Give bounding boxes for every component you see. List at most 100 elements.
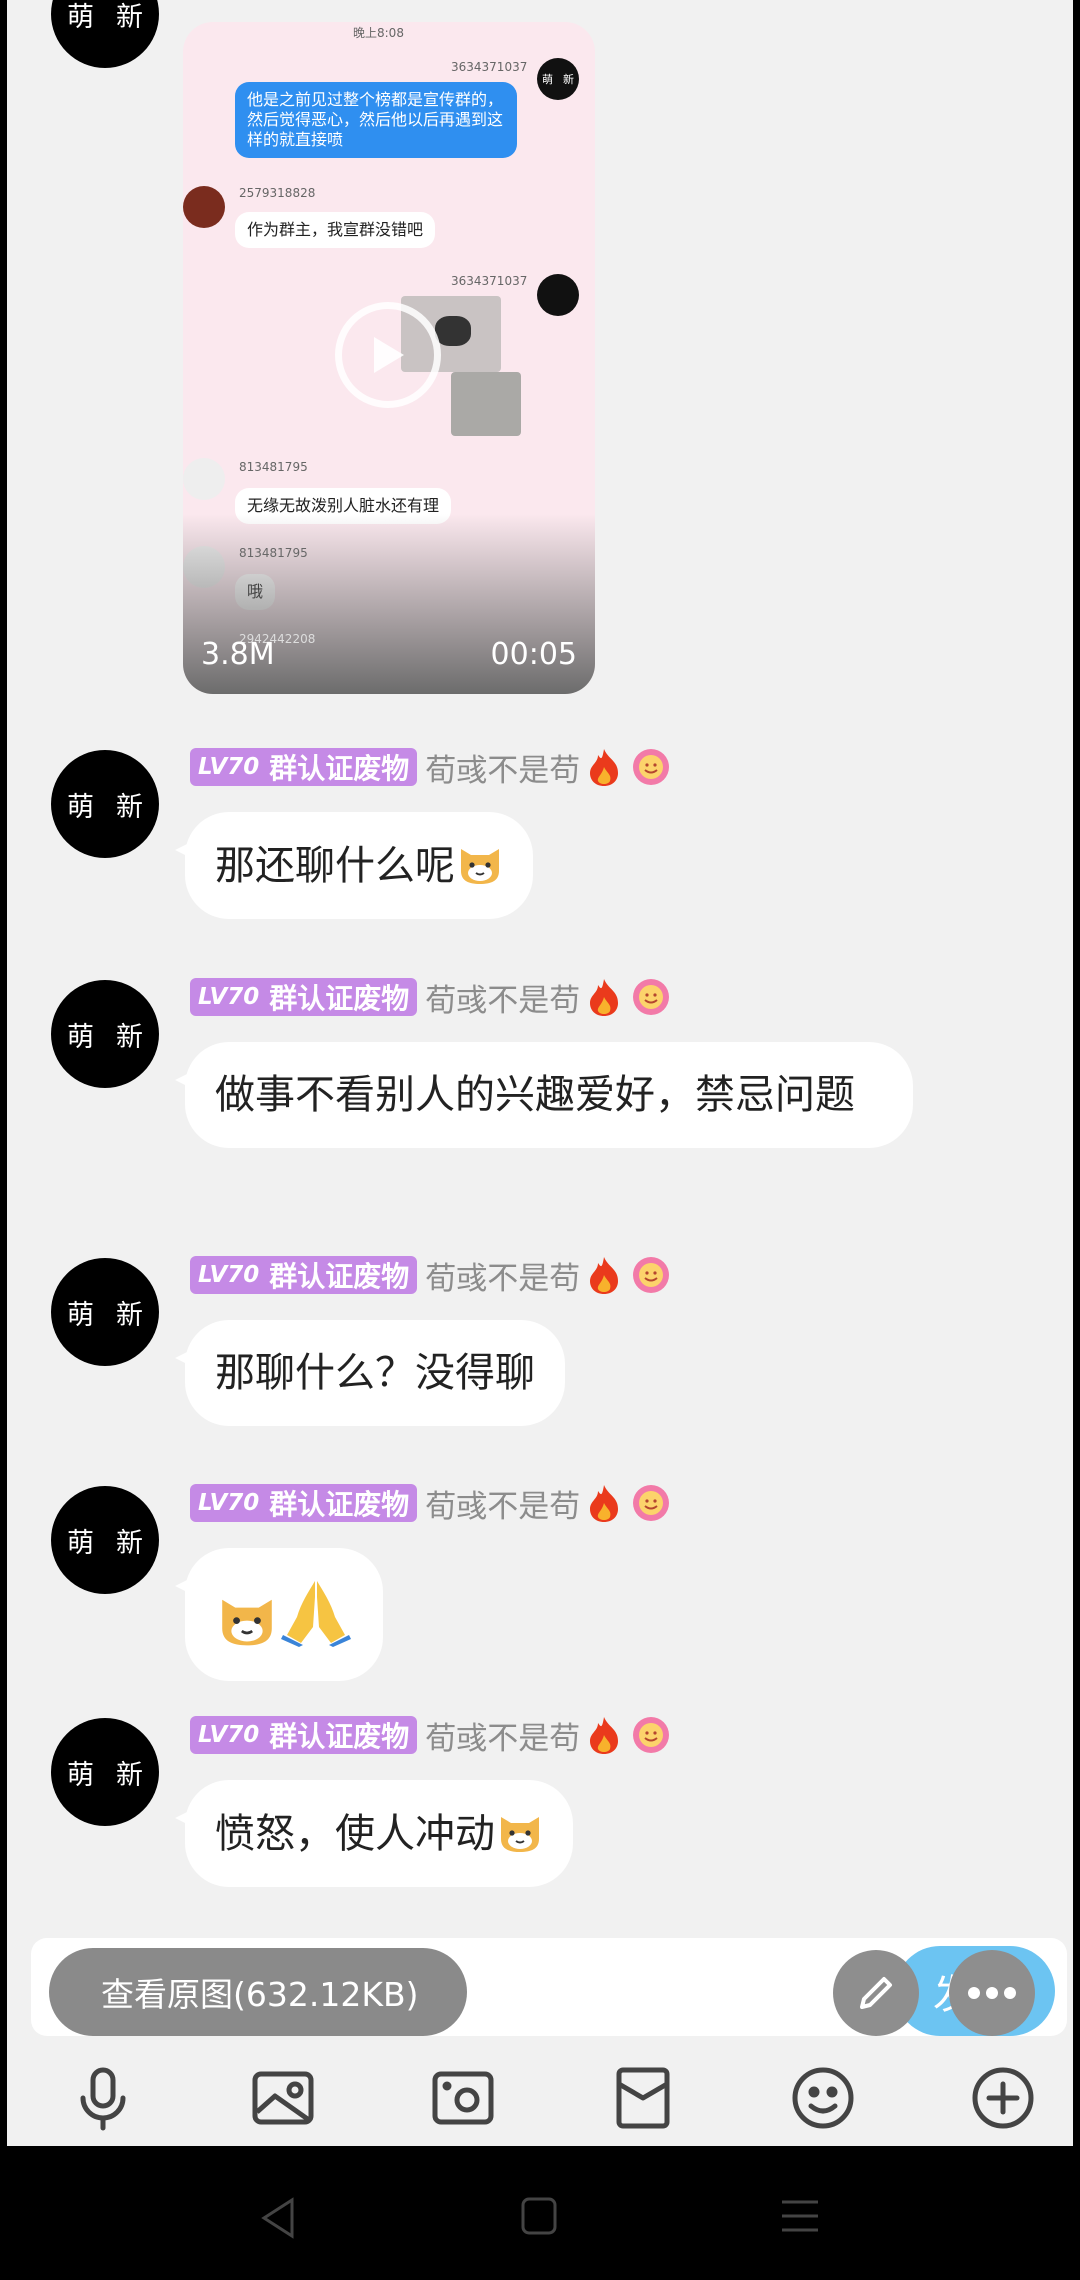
play-icon[interactable] — [335, 302, 441, 408]
video-inner-avatar: 萌新 — [537, 58, 579, 100]
dog-emoji-icon — [222, 1599, 272, 1646]
level-text: LV70 — [198, 1490, 260, 1516]
video-inner-avatar — [537, 274, 579, 316]
sender-meta: LV70 群认证废物 荀彧不是苟 — [190, 1481, 670, 1526]
cat-photo — [451, 372, 521, 436]
video-inner-bubble: 哦 — [235, 574, 276, 610]
avatar-char: 新 — [116, 1759, 143, 1791]
message-text: 愤怒，使人冲动 — [215, 1811, 495, 1857]
message-bubble[interactable]: 做事不看别人的兴趣爱好，禁忌问题 — [175, 1042, 913, 1148]
level-badge: LV70 群认证废物 — [190, 1716, 418, 1754]
video-inner-avatar — [183, 546, 225, 588]
sender-meta: LV70 群认证废物 荀彧不是苟 — [190, 1253, 670, 1298]
avatar[interactable]: 萌 新 — [51, 1486, 159, 1594]
avatar-char: 新 — [116, 1299, 143, 1331]
video-inner-id: 2579318828 — [239, 186, 316, 200]
video-inner-id: 3634371037 — [451, 274, 528, 288]
microphone-icon[interactable] — [67, 2062, 139, 2134]
sender-name[interactable]: 荀彧不是苟 — [425, 1481, 580, 1526]
avatar-char: 新 — [563, 73, 574, 86]
avatar[interactable]: 萌 新 — [51, 1718, 159, 1826]
message-bubble[interactable]: 那还聊什么呢 — [175, 812, 533, 919]
level-text: LV70 — [198, 1262, 260, 1288]
avatar-char: 萌 — [67, 1527, 94, 1559]
avatar-char: 萌 — [67, 1759, 94, 1791]
message-bubble[interactable]: 愤怒，使人冲动 — [175, 1780, 573, 1887]
group-title: 群认证废物 — [269, 1488, 410, 1521]
sender-name[interactable]: 荀彧不是苟 — [425, 1713, 580, 1758]
video-inner-time: 晚上8:08 — [353, 26, 404, 40]
avatar-char: 新 — [116, 791, 143, 823]
sender-name[interactable]: 荀彧不是苟 — [425, 745, 580, 790]
fire-icon — [590, 1257, 619, 1294]
fire-icon — [590, 1485, 619, 1522]
sender-name[interactable]: 荀彧不是苟 — [425, 975, 580, 1020]
sender-name[interactable]: 荀彧不是苟 — [425, 1253, 580, 1298]
message-bubble[interactable] — [175, 1548, 383, 1681]
group-title: 群认证废物 — [269, 982, 410, 1015]
video-duration: 00:05 — [490, 637, 577, 672]
level-text: LV70 — [198, 984, 260, 1010]
flower-face-icon — [633, 1257, 670, 1293]
edit-icon[interactable] — [833, 1950, 919, 2036]
emoji-icon[interactable] — [787, 2062, 859, 2134]
level-badge: LV70 群认证废物 — [190, 1256, 418, 1294]
pray-emoji-icon — [281, 1581, 351, 1647]
avatar-char: 萌 — [67, 1, 94, 33]
avatar-char: 新 — [116, 1527, 143, 1559]
avatar[interactable]: 萌 新 — [51, 750, 159, 858]
video-inner-bubble: 无缘无故泼别人脏水还有理 — [235, 488, 452, 524]
message-text: 做事不看别人的兴趣爱好，禁忌问题 — [215, 1072, 855, 1118]
avatar-char: 萌 — [67, 1021, 94, 1053]
flower-face-icon — [633, 1485, 670, 1521]
avatar[interactable]: 萌 新 — [51, 0, 159, 68]
avatar-char: 新 — [116, 1, 143, 33]
video-inner-bubble: 作为群主，我宣群没错吧 — [235, 212, 436, 248]
menu-icon[interactable] — [780, 2196, 820, 2240]
avatar-char: 萌 — [67, 791, 94, 823]
level-text: LV70 — [198, 1722, 260, 1748]
fire-icon — [590, 979, 619, 1016]
more-icon[interactable] — [949, 1950, 1035, 2036]
avatar-char: 萌 — [542, 73, 553, 86]
flower-face-icon — [633, 1717, 670, 1753]
sender-meta: LV70 群认证废物 荀彧不是苟 — [190, 745, 670, 790]
back-icon[interactable] — [258, 2196, 298, 2244]
fire-icon — [590, 1717, 619, 1754]
flower-face-icon — [633, 749, 670, 785]
video-inner-id: 3634371037 — [451, 60, 528, 74]
home-icon[interactable] — [520, 2196, 558, 2240]
level-text: LV70 — [198, 754, 260, 780]
video-inner-avatar — [183, 458, 225, 500]
level-badge: LV70 群认证废物 — [190, 978, 418, 1016]
message-text: 那还聊什么呢 — [215, 843, 455, 889]
group-title: 群认证废物 — [269, 1720, 410, 1753]
message-text: 那聊什么？没得聊 — [215, 1350, 535, 1396]
view-original-button[interactable]: 查看原图(632.12KB) — [49, 1948, 467, 2036]
sender-meta: LV70 群认证废物 荀彧不是苟 — [190, 1713, 670, 1758]
plus-icon[interactable] — [967, 2062, 1039, 2134]
red-packet-icon[interactable] — [607, 2062, 679, 2134]
input-toolbar — [7, 2046, 1073, 2146]
image-icon[interactable] — [247, 2062, 319, 2134]
message-bubble[interactable]: 那聊什么？没得聊 — [175, 1320, 565, 1426]
avatar-char: 新 — [116, 1021, 143, 1053]
avatar[interactable]: 萌 新 — [51, 1258, 159, 1366]
dog-emoji-icon — [501, 1817, 539, 1852]
level-badge: LV70 群认证废物 — [190, 1484, 418, 1522]
chat-screen: 萌 新 晚上8:08 3634371037 萌新 他是之前见过整个榜都是宣传群的… — [7, 0, 1073, 2146]
group-title: 群认证废物 — [269, 1260, 410, 1293]
camera-icon[interactable] — [427, 2062, 499, 2134]
sender-meta: LV70 群认证废物 荀彧不是苟 — [190, 975, 670, 1020]
fire-icon — [590, 749, 619, 786]
flower-face-icon — [633, 979, 670, 1015]
video-inner-bubble: 他是之前见过整个榜都是宣传群的，然后觉得恶心，然后他以后再遇到这样的就直接喷 — [235, 82, 517, 158]
video-message[interactable]: 晚上8:08 3634371037 萌新 他是之前见过整个榜都是宣传群的，然后觉… — [183, 22, 595, 694]
system-nav-bar — [0, 2146, 1080, 2280]
video-inner-avatar — [183, 186, 225, 228]
video-inner-id: 813481795 — [239, 546, 308, 560]
avatar[interactable]: 萌 新 — [51, 980, 159, 1088]
group-title: 群认证废物 — [269, 752, 410, 785]
video-inner-id: 813481795 — [239, 460, 308, 474]
avatar-char: 萌 — [67, 1299, 94, 1331]
